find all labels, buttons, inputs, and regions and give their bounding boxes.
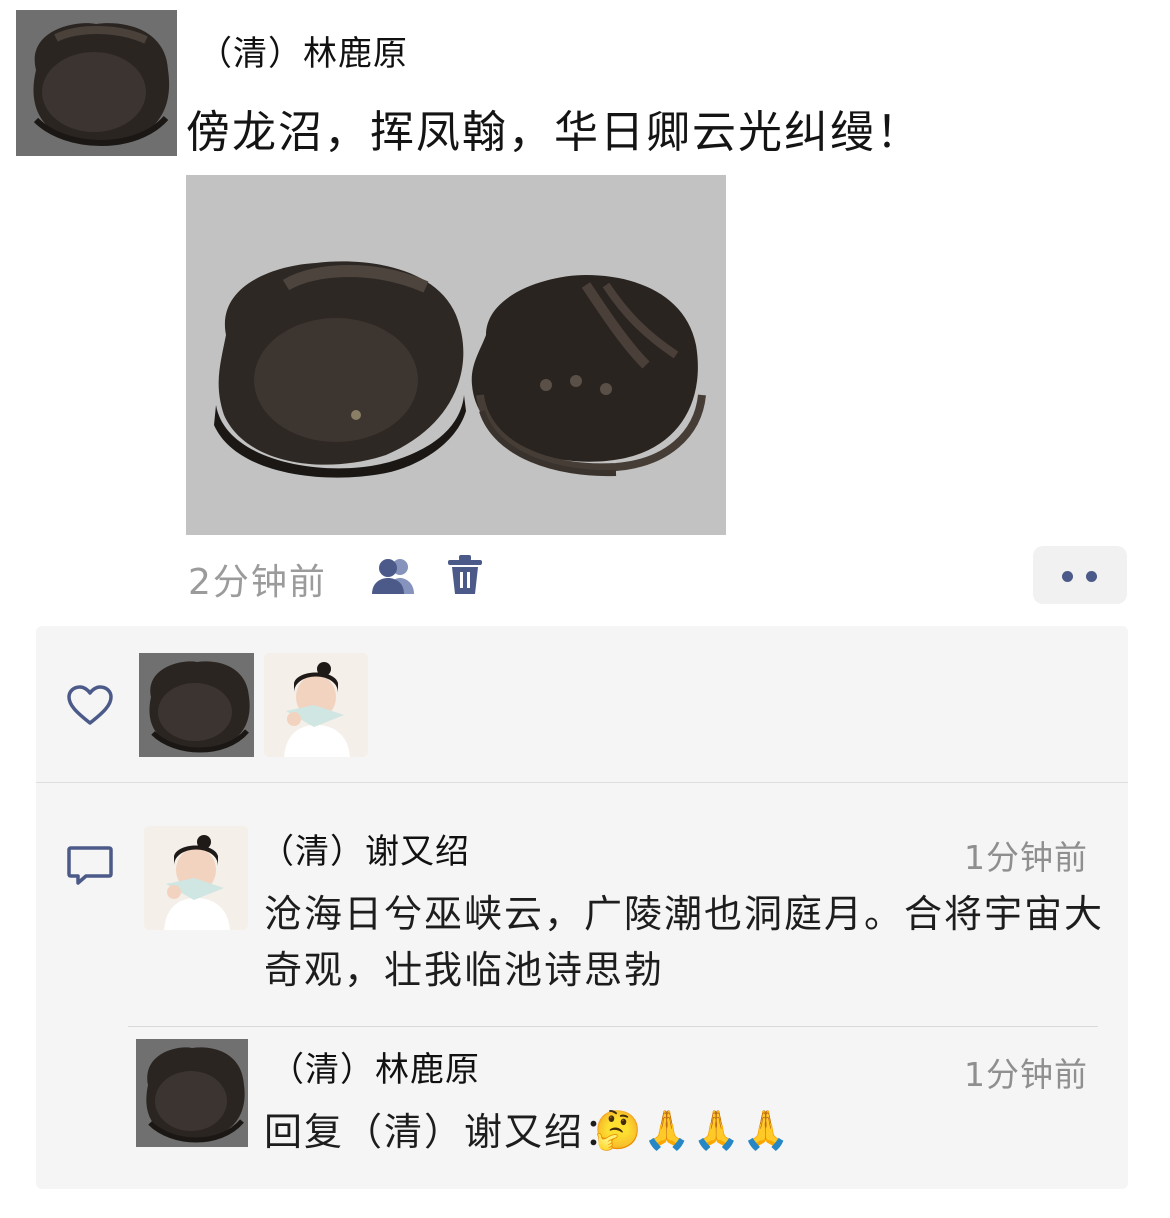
reply-time: 1分钟前 [964,1055,1088,1094]
likes-row [36,626,1128,782]
comment-author[interactable]: （清）谢又绍 [260,824,470,873]
comment-text: 沧海日兮巫峡云，广陵潮也洞庭月。合将宇宙大奇观，壮我临池诗思勃 [264,892,1105,992]
thinking-emoji: 🤔 [594,1108,642,1152]
post-time: 2分钟前 [188,562,327,603]
pray-emoji: 🙏 [741,1108,790,1152]
reply-text: 回复（清）谢又绍： [264,1110,625,1154]
more-dot [1062,571,1073,582]
panel-divider [36,782,1128,783]
reply-author[interactable]: （清）林鹿原 [270,1042,480,1091]
post-text: 傍龙沼，挥凤翰，华日卿云光纠缦！ [186,107,922,158]
comment-bubble-icon [66,844,114,886]
two-people-icon[interactable] [370,556,418,596]
interaction-panel: （清）谢又绍 1分钟前 沧海日兮巫峡云，广陵潮也洞庭月。合将宇宙大奇观，壮我临池… [36,626,1128,1189]
reply-avatar-lin[interactable] [136,1039,248,1147]
comment-time: 1分钟前 [964,838,1088,877]
like-avatar-lin[interactable] [139,653,254,757]
post-author-avatar[interactable] [16,10,177,156]
more-dots-icon[interactable] [1033,546,1127,604]
more-dot [1086,571,1097,582]
trash-icon[interactable] [446,554,484,596]
heart-icon [66,684,114,726]
reply-divider [128,1026,1098,1027]
post-author-name[interactable]: （清）林鹿原 [198,26,408,75]
post-photo[interactable] [186,175,726,535]
pray-emoji: 🙏 [643,1108,691,1152]
reply-emojis: 🤔 🙏 🙏 🙏 [594,1108,789,1152]
comment-avatar-xie[interactable] [144,826,248,930]
like-avatar-xie[interactable] [264,653,368,757]
pray-emoji: 🙏 [692,1108,740,1152]
